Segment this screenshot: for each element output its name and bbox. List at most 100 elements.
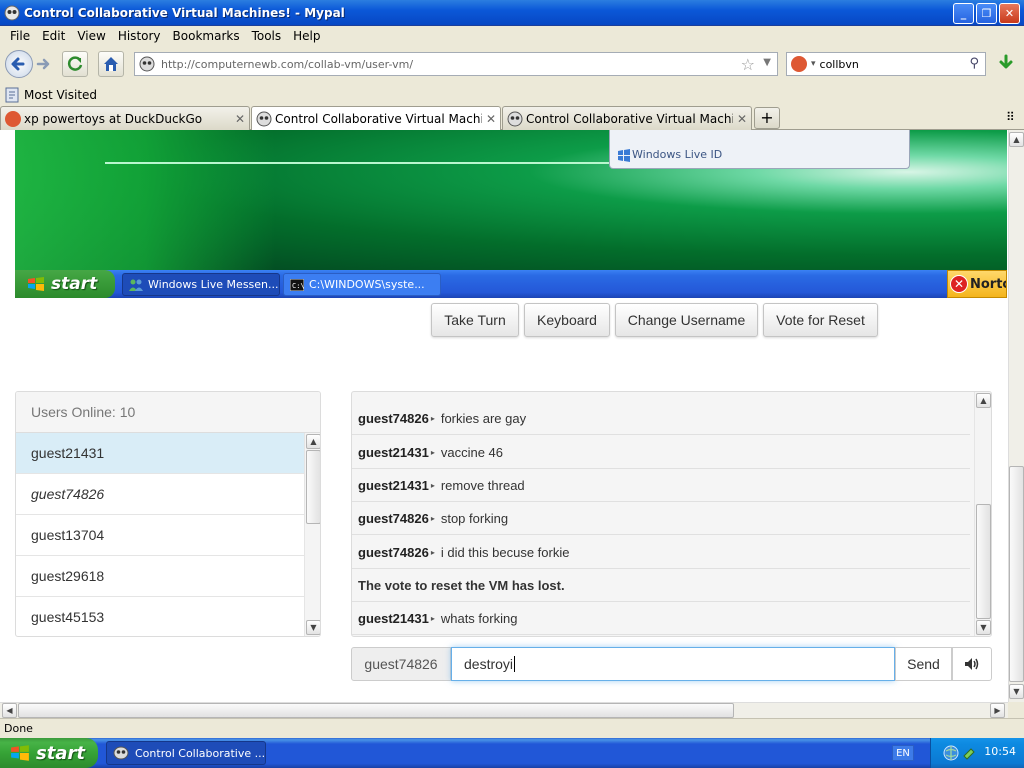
messenger-icon (129, 279, 143, 291)
scroll-down-icon[interactable]: ▼ (976, 620, 991, 635)
bookmark-star-icon[interactable]: ☆ (741, 55, 755, 74)
menu-bookmarks[interactable]: Bookmarks (167, 29, 246, 43)
svg-text:C:\: C:\ (292, 282, 304, 290)
user-item[interactable]: guest13704 (16, 515, 304, 556)
vm-task-command-prompt[interactable]: C:\ C:\WINDOWS\syste... (283, 273, 441, 296)
language-indicator[interactable]: EN (892, 745, 914, 761)
keyboard-button[interactable]: Keyboard (524, 303, 610, 337)
vm-task-label: C:\WINDOWS\syste... (309, 278, 425, 291)
menu-help[interactable]: Help (287, 29, 326, 43)
start-label: start (36, 742, 85, 764)
search-input[interactable]: collbvn (820, 58, 859, 71)
chat-username: guest74826 (358, 544, 429, 560)
vote-for-reset-button[interactable]: Vote for Reset (763, 303, 878, 337)
menu-edit[interactable]: Edit (36, 29, 71, 43)
downloads-button[interactable] (992, 53, 1020, 77)
message-arrow-icon: ▸ (430, 547, 435, 557)
sound-toggle-button[interactable] (952, 647, 992, 681)
reload-button[interactable] (62, 51, 88, 77)
chat-message-list: guest74826 ▸ forkies are gay guest21431 ▸ … (352, 392, 974, 636)
page-vertical-scrollbar[interactable]: ▲ ▼ (1008, 130, 1024, 702)
site-favicon-icon (256, 111, 272, 127)
vm-screen[interactable]: Windows Live ID start Windows Live Messe… (15, 130, 1007, 298)
user-item[interactable]: guest74826 (16, 474, 304, 515)
page-horizontal-scrollbar[interactable]: ◀ ▶ (0, 702, 1008, 718)
vm-start-button[interactable]: start (15, 270, 115, 298)
chat-text: stop forking (440, 510, 509, 526)
list-all-tabs-icon[interactable]: ⠿ (1006, 110, 1015, 124)
duckduckgo-icon (5, 110, 21, 127)
menu-view[interactable]: View (71, 29, 111, 43)
chat-text: forkies are gay (440, 410, 527, 426)
start-button[interactable]: start (0, 738, 98, 768)
scrollbar-corner (1008, 702, 1024, 718)
users-scrollbar[interactable]: ▲ ▼ (304, 433, 320, 636)
close-button[interactable]: ✕ (999, 3, 1020, 24)
chat-panel: guest74826 ▸ forkies are gay guest21431 ▸ … (351, 391, 992, 637)
vm-norton-notification[interactable]: ✕ Norto (947, 270, 1007, 298)
chat-scrollbar[interactable]: ▲ ▼ (974, 392, 991, 636)
tab-duckduckgo[interactable]: xp powertoys at DuckDuckGo ✕ (0, 106, 250, 130)
scroll-thumb[interactable] (306, 450, 320, 524)
minimize-button[interactable]: _ (953, 3, 974, 24)
safely-remove-hardware-icon[interactable] (961, 745, 977, 761)
users-panel: Users Online: 10 guest21431 guest74826 g… (15, 391, 321, 637)
url-bar[interactable]: http://computernewb.com/collab-vm/user-v… (134, 52, 778, 76)
chat-input[interactable]: destroyi (451, 647, 895, 681)
url-text[interactable]: http://computernewb.com/collab-vm/user-v… (161, 58, 413, 71)
site-identity-icon[interactable] (139, 56, 155, 72)
home-button[interactable] (98, 51, 124, 77)
chat-text: The vote to reset the VM has lost. (358, 577, 565, 593)
most-visited-bookmark[interactable]: Most Visited (24, 88, 97, 102)
tab-collab-vm-active[interactable]: Control Collaborative Virtual Machines! … (251, 106, 501, 131)
chat-username: guest74826 (358, 510, 429, 526)
close-tab-icon[interactable]: ✕ (486, 112, 496, 126)
mypal-app-icon (113, 746, 129, 760)
menu-file[interactable]: File (4, 29, 36, 43)
scroll-up-icon[interactable]: ▲ (976, 393, 991, 408)
scroll-up-icon[interactable]: ▲ (1009, 132, 1024, 147)
tab-label: Control Collaborative Virtual Machines! (526, 111, 733, 126)
menu-bar: File Edit View History Bookmarks Tools H… (0, 26, 1024, 46)
windows-live-id-popup[interactable]: Windows Live ID (609, 130, 910, 169)
network-globe-icon[interactable] (943, 745, 959, 761)
windows-flag-icon (11, 745, 29, 761)
url-dropdown-icon[interactable]: ▼ (763, 57, 771, 68)
scroll-thumb[interactable] (18, 703, 734, 718)
scroll-thumb[interactable] (1009, 466, 1024, 682)
scroll-down-icon[interactable]: ▼ (1009, 684, 1024, 699)
windows-flag-icon (28, 277, 44, 291)
vm-task-live-messenger[interactable]: Windows Live Messen... (122, 273, 280, 296)
window-title-bar[interactable]: Control Collaborative Virtual Machines! … (0, 0, 1024, 26)
scroll-right-icon[interactable]: ▶ (990, 703, 1005, 718)
scroll-down-icon[interactable]: ▼ (306, 620, 320, 635)
scroll-left-icon[interactable]: ◀ (2, 703, 17, 718)
back-button[interactable] (5, 50, 33, 78)
status-bar: Done (0, 718, 1024, 738)
change-username-button[interactable]: Change Username (615, 303, 758, 337)
search-icon[interactable]: ⚲ (969, 56, 979, 71)
maximize-button[interactable]: ❐ (976, 3, 997, 24)
forward-button[interactable] (34, 54, 54, 74)
tab-label: Control Collaborative Virtual Machines! (275, 112, 482, 126)
scroll-up-icon[interactable]: ▲ (306, 434, 320, 449)
user-item[interactable]: guest29618 (16, 556, 304, 597)
take-turn-button[interactable]: Take Turn (431, 303, 519, 337)
close-tab-icon[interactable]: ✕ (235, 112, 245, 126)
tab-collab-vm[interactable]: Control Collaborative Virtual Machines! … (502, 106, 752, 130)
site-favicon-icon (507, 111, 523, 126)
user-item[interactable]: guest21431 (16, 433, 304, 474)
menu-tools[interactable]: Tools (246, 29, 288, 43)
send-button[interactable]: Send (895, 647, 952, 681)
user-item[interactable]: guest45153 (16, 597, 304, 636)
engine-dropdown-icon[interactable]: ▾ (811, 59, 816, 69)
tab-label: xp powertoys at DuckDuckGo (24, 111, 203, 126)
new-tab-button[interactable]: + (754, 107, 780, 129)
window-title: Control Collaborative Virtual Machines! … (24, 5, 345, 20)
menu-history[interactable]: History (112, 29, 167, 43)
scroll-thumb[interactable] (976, 504, 991, 619)
search-bar[interactable]: ▾ collbvn ⚲ (786, 52, 986, 76)
close-tab-icon[interactable]: ✕ (737, 112, 747, 126)
duckduckgo-engine-icon[interactable] (791, 56, 807, 72)
taskbar-item-browser[interactable]: Control Collaborative ... (106, 741, 266, 765)
